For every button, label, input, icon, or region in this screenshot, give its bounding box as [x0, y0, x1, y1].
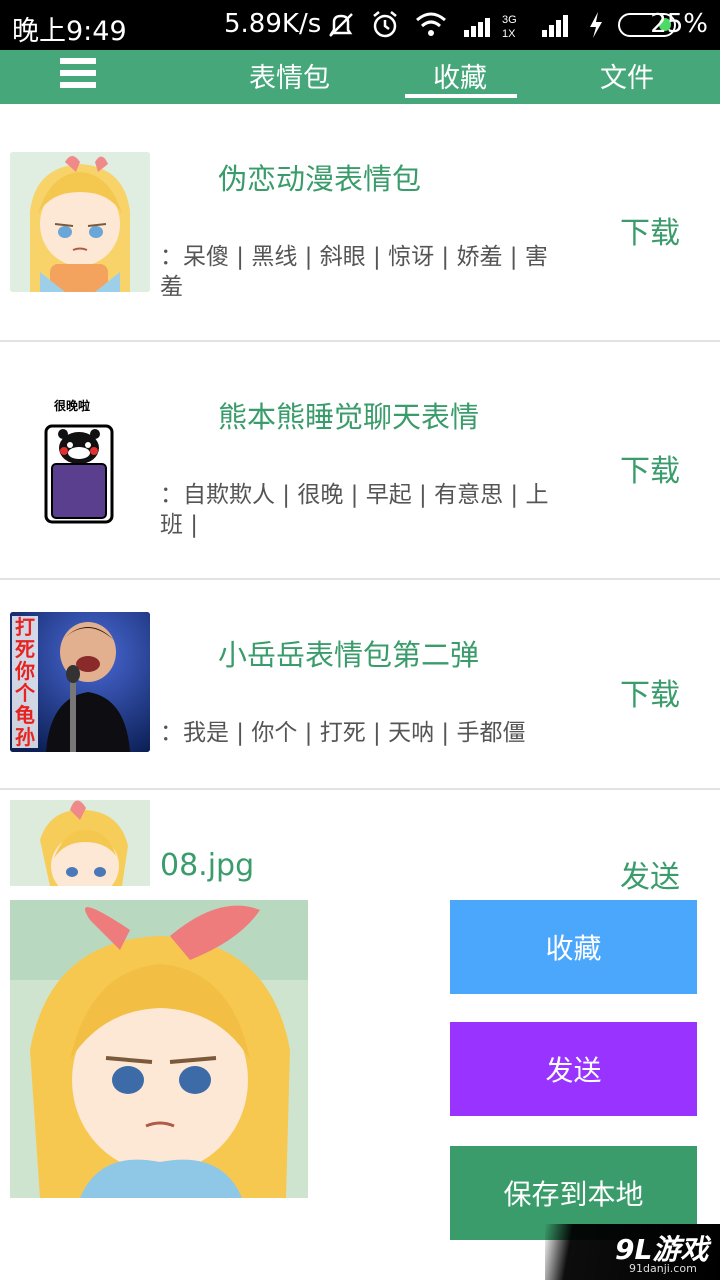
charging-icon: [590, 12, 602, 38]
item-title: 熊本熊睡觉聊天表情: [218, 400, 480, 434]
item-title: 小岳岳表情包第二弹: [218, 638, 480, 672]
kumamon-sleeping-thumbnail: 很晚啦: [10, 390, 150, 530]
status-time: 晚上9:49: [12, 16, 127, 47]
status-icons: 3G 1X: [326, 8, 676, 42]
comedian-thumbnail: 打死你个龟孙: [10, 612, 150, 752]
download-button[interactable]: 下载: [620, 208, 680, 252]
mute-icon: [329, 13, 353, 37]
list-item[interactable]: 伪恋动漫表情包 ：呆傻 | 黑线 | 斜眼 | 惊讶 | 娇羞 | 害羞 下载: [0, 104, 720, 342]
wifi-icon: [416, 12, 446, 36]
active-tab-indicator: [405, 94, 517, 98]
download-button[interactable]: 下载: [620, 670, 680, 714]
alarm-icon: [373, 11, 397, 38]
send-button[interactable]: 发送: [450, 1022, 697, 1116]
item-tags: ：自欺欺人 | 很晚 | 早起 | 有意思 | 上班 |: [160, 482, 549, 538]
signal-icon: [542, 15, 568, 37]
tab-favorites[interactable]: 收藏: [433, 56, 487, 95]
site-watermark: 9L游戏 91danji.com: [545, 1224, 720, 1280]
preview-filename: 08.jpg: [160, 848, 255, 883]
watermark-url: 91danji.com: [629, 1262, 697, 1275]
item-title: 伪恋动漫表情包: [218, 162, 422, 196]
network-speed: 5.89K/s: [224, 9, 322, 39]
anime-girl-thumbnail: [10, 152, 150, 292]
battery-percent: 25%: [650, 9, 708, 39]
signal-3g-icon: 3G1X: [464, 14, 517, 40]
download-button[interactable]: 下载: [620, 446, 680, 490]
item-tags: ：呆傻 | 黑线 | 斜眼 | 惊讶 | 娇羞 | 害羞: [160, 244, 548, 300]
item-tags: ：我是 | 你个 | 打死 | 天呐 | 手都僵: [160, 720, 526, 746]
nav-bar: 表情包 收藏 文件: [0, 50, 720, 104]
hamburger-menu-icon[interactable]: [60, 58, 96, 94]
file-thumbnail[interactable]: [10, 800, 150, 886]
anime-girl-preview: [10, 900, 308, 1198]
svg-text:3G: 3G: [502, 14, 517, 26]
favorite-button[interactable]: 收藏: [450, 900, 697, 994]
list-item[interactable]: 很晚啦 熊本熊睡觉聊天表情 ：自欺欺人 | 很晚 | 早起 | 有意思 | 上班…: [0, 342, 720, 580]
tab-emoji-packs[interactable]: 表情包: [249, 56, 330, 95]
status-bar: 晚上9:49 5.89K/s 3G 1X 25%: [0, 0, 720, 50]
list-item[interactable]: 打死你个龟孙 小岳岳表情包第二弹 ：我是 | 你个 | 打死 | 天呐 | 手都…: [0, 580, 720, 790]
thumb-caption: 打死你个龟孙: [12, 616, 38, 748]
send-link[interactable]: 发送: [620, 852, 680, 896]
tab-files[interactable]: 文件: [600, 56, 654, 95]
svg-text:1X: 1X: [502, 28, 516, 40]
thumb-caption: 很晚啦: [53, 398, 90, 413]
